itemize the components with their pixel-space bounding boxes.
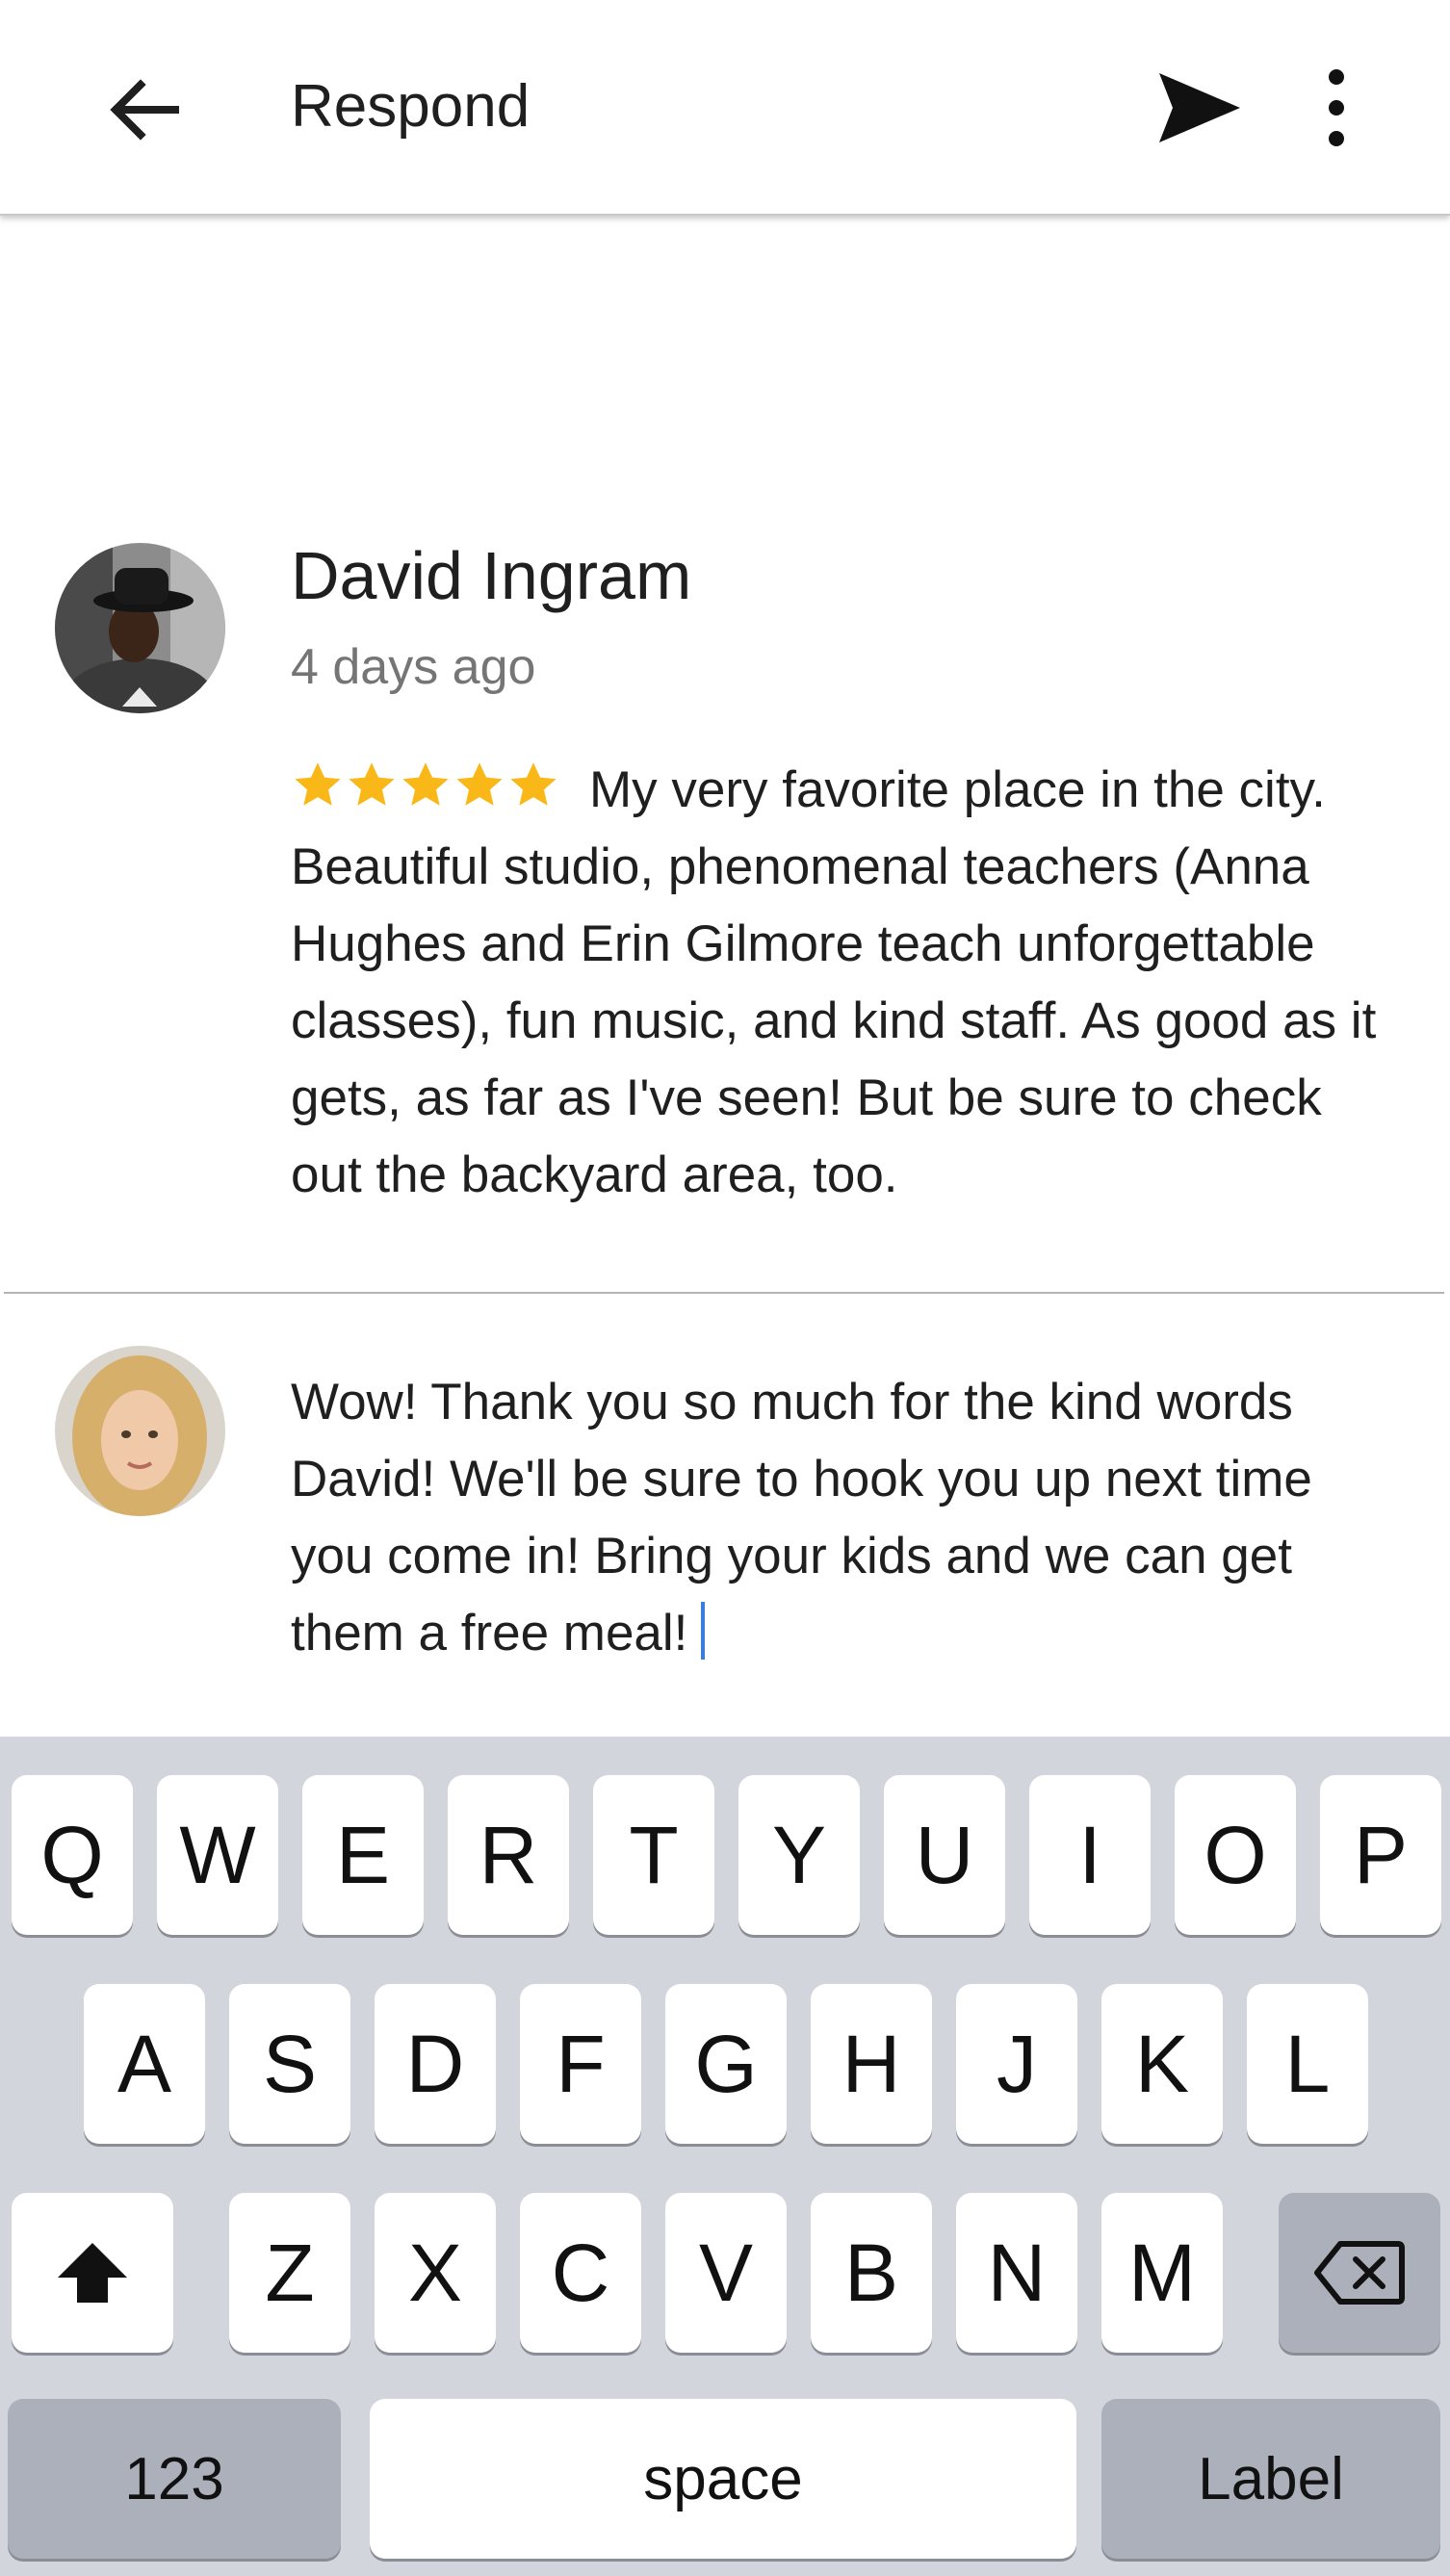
on-screen-keyboard: Q W E R T Y U I O P A S D F G H J K L Z … [0, 1737, 1450, 2576]
key-c[interactable]: C [520, 2193, 641, 2353]
key-n[interactable]: N [956, 2193, 1077, 2353]
key-l[interactable]: L [1247, 1984, 1368, 2144]
key-d[interactable]: D [375, 1984, 496, 2144]
star-icon [402, 762, 449, 806]
key-m[interactable]: M [1101, 2193, 1223, 2353]
arrow-back-icon[interactable] [96, 62, 193, 158]
owner-avatar [55, 1346, 225, 1516]
key-w[interactable]: W [157, 1775, 278, 1935]
key-v[interactable]: V [665, 2193, 787, 2353]
review-text: My very favorite place in the city. Beau… [291, 761, 1377, 1203]
send-icon[interactable] [1152, 65, 1248, 150]
text-caret [701, 1602, 706, 1660]
key-q[interactable]: Q [12, 1775, 133, 1935]
numbers-key[interactable]: 123 [8, 2399, 341, 2559]
star-icon [456, 762, 503, 806]
key-g[interactable]: G [665, 1984, 787, 2144]
app-bar: Respond [0, 0, 1450, 216]
star-icon [295, 762, 341, 806]
backspace-icon [1314, 2241, 1405, 2305]
space-key[interactable]: space [370, 2399, 1076, 2559]
shift-icon [58, 2243, 127, 2303]
key-x[interactable]: X [375, 2193, 496, 2353]
key-i[interactable]: I [1029, 1775, 1151, 1935]
star-icon [510, 762, 557, 806]
reviewer-avatar [55, 543, 225, 713]
shift-key[interactable] [12, 2193, 173, 2353]
key-z[interactable]: Z [229, 2193, 350, 2353]
review-timestamp: 4 days ago [291, 639, 536, 695]
more-vert-icon[interactable] [1309, 65, 1363, 150]
key-j[interactable]: J [956, 1984, 1077, 2144]
key-o[interactable]: O [1175, 1775, 1296, 1935]
key-u[interactable]: U [884, 1775, 1005, 1935]
reply-text: Wow! Thank you so much for the kind word… [291, 1374, 1312, 1662]
review-text-block: My very favorite place in the city. Beau… [291, 752, 1398, 1214]
key-h[interactable]: H [811, 1984, 932, 2144]
key-t[interactable]: T [593, 1775, 714, 1935]
key-y[interactable]: Y [738, 1775, 860, 1935]
key-a[interactable]: A [84, 1984, 205, 2144]
key-f[interactable]: F [520, 1984, 641, 2144]
key-s[interactable]: S [229, 1984, 350, 2144]
reply-input[interactable]: Wow! Thank you so much for the kind word… [291, 1364, 1398, 1672]
star-icon [349, 762, 395, 806]
key-k[interactable]: K [1101, 1984, 1223, 2144]
reviewer-name: David Ingram [291, 538, 692, 613]
label-key[interactable]: Label [1101, 2399, 1440, 2559]
star-rating [291, 759, 560, 812]
page-title: Respond [291, 73, 531, 140]
key-p[interactable]: P [1320, 1775, 1441, 1935]
key-b[interactable]: B [811, 2193, 932, 2353]
backspace-key[interactable] [1279, 2193, 1440, 2353]
key-e[interactable]: E [302, 1775, 424, 1935]
key-r[interactable]: R [448, 1775, 569, 1935]
divider [4, 1292, 1444, 1294]
